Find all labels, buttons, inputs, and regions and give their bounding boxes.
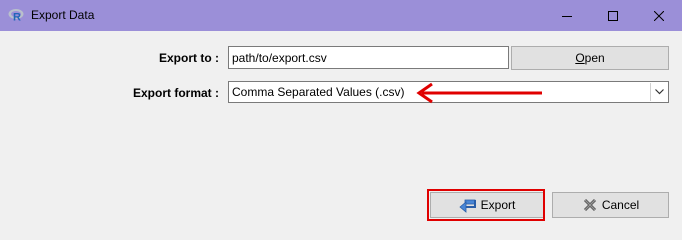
close-icon <box>654 10 664 21</box>
svg-text:R: R <box>13 12 21 23</box>
annotation-highlight-box <box>427 189 545 221</box>
export-format-value: Comma Separated Values (.csv) <box>232 85 405 99</box>
open-button[interactable]: Open <box>511 46 669 70</box>
export-path-input[interactable] <box>228 46 509 69</box>
open-button-label: pen <box>584 51 605 65</box>
chevron-down-icon[interactable] <box>650 83 667 101</box>
open-button-mnemonic: O <box>575 51 585 65</box>
r-logo-icon: R <box>8 8 24 24</box>
export-format-label: Export format : <box>132 86 219 100</box>
maximize-icon <box>608 10 618 21</box>
close-button[interactable] <box>636 0 682 31</box>
export-to-label: Export to : <box>159 51 219 65</box>
window-title: Export Data <box>31 8 95 22</box>
cancel-button[interactable]: Cancel <box>552 192 669 218</box>
minimize-icon <box>562 15 572 17</box>
minimize-button[interactable] <box>544 0 590 31</box>
annotation-arrow-icon <box>416 82 542 104</box>
cancel-x-icon <box>582 197 598 213</box>
cancel-button-label: Cancel <box>601 198 640 212</box>
export-data-dialog: R Export Data Export to : Open Export fo… <box>0 0 682 232</box>
title-bar[interactable]: R Export Data <box>0 0 682 31</box>
maximize-button[interactable] <box>590 0 636 31</box>
